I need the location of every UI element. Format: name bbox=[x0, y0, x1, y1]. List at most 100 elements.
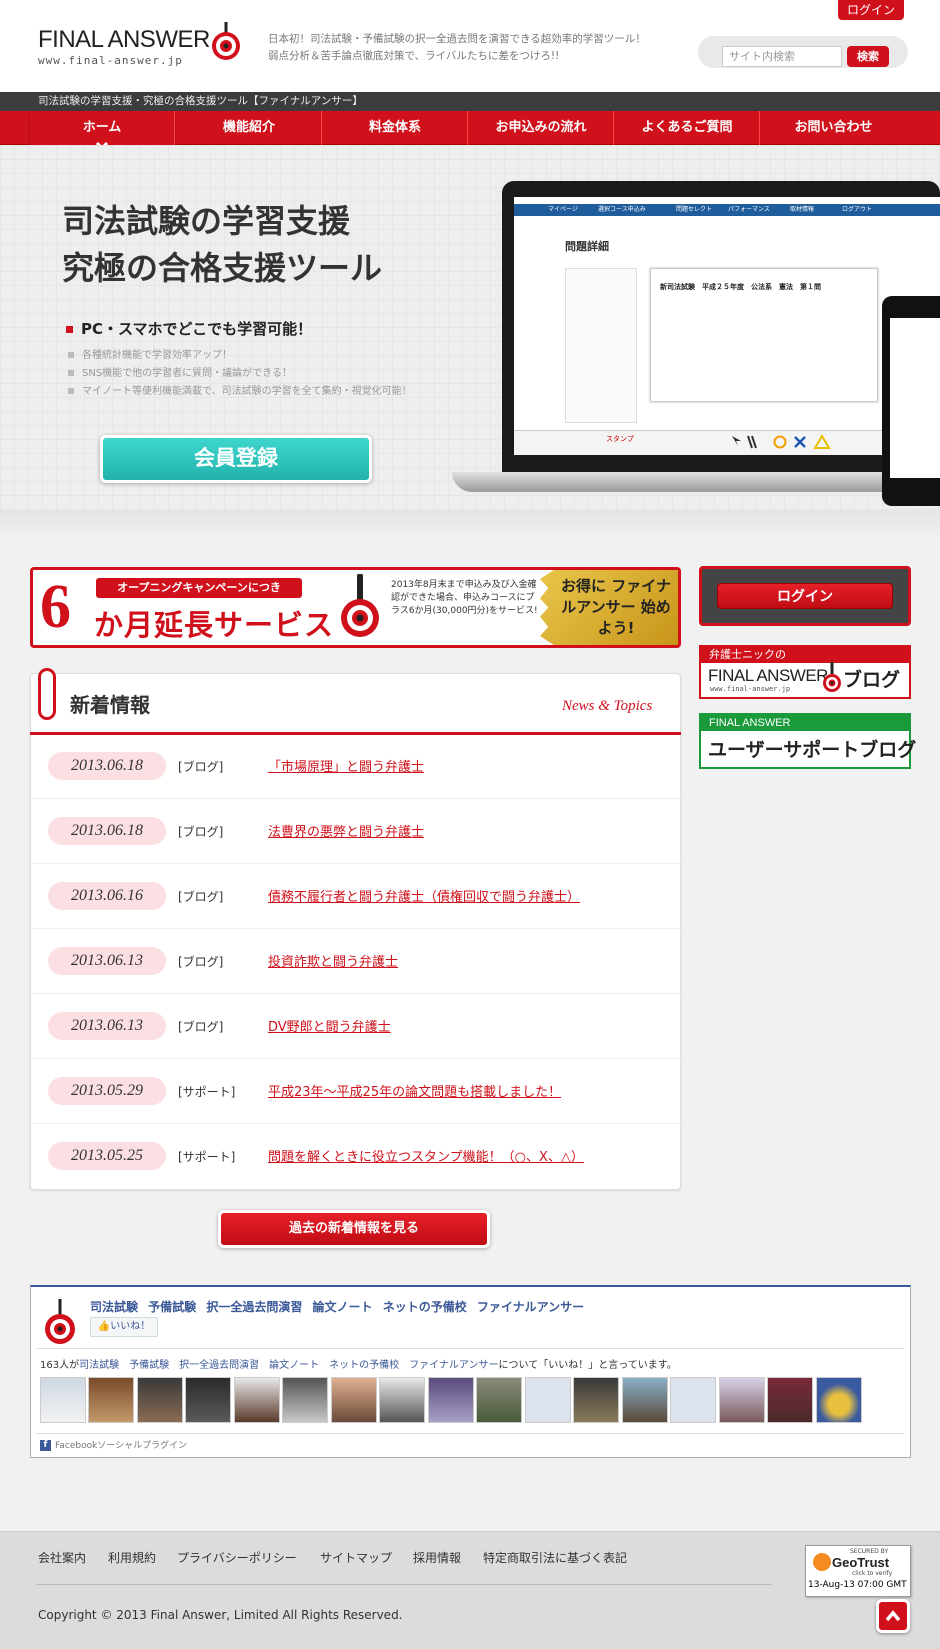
news-title-en: News & Topics bbox=[562, 698, 653, 714]
nav-item-features[interactable]: 機能紹介 bbox=[177, 111, 322, 145]
fan-avatar[interactable] bbox=[379, 1377, 425, 1423]
subtitle-bar: 司法試験の学習支援・究極の合格支援ツール【ファイナルアンサー】 bbox=[0, 92, 940, 111]
page-avatar-icon[interactable] bbox=[40, 1297, 80, 1345]
news-category: [ブログ] bbox=[178, 955, 224, 969]
nav-item-faq[interactable]: よくあるご質問 bbox=[615, 111, 760, 145]
hero-main-point: PC・スマホでどこでも学習可能！ bbox=[66, 318, 312, 339]
footer-link-recruit[interactable]: 採用情報 bbox=[413, 1549, 461, 1566]
fan-avatar[interactable] bbox=[40, 1377, 86, 1423]
main-nav: ホーム 機能紹介 料金体系 お申込みの流れ よくあるご質問 お問い合わせ bbox=[0, 111, 940, 161]
news-link[interactable]: 問題を解くときに役立つスタンプ機能！（○、X、△） bbox=[268, 1146, 584, 1165]
search-button[interactable]: 検索 bbox=[847, 46, 889, 67]
like-count-suffix: について「いいね！」と言っています。 bbox=[498, 1360, 677, 1371]
pin-icon bbox=[38, 668, 56, 720]
geotrust-secured-label: SECURED BY bbox=[850, 1548, 889, 1555]
app-card-title: 新司法試験 平成２５年度 公法系 憲法 第１問 bbox=[660, 283, 821, 291]
app-stamp-label: スタンプ bbox=[606, 435, 634, 443]
news-date: 2013.06.13 bbox=[48, 947, 166, 975]
facebook-like-button[interactable]: 👍いいね！ bbox=[90, 1317, 158, 1337]
fan-avatar[interactable] bbox=[137, 1377, 183, 1423]
news-item: 2013.06.16 [ブログ] 債務不履行者と闘う弁護士（債権回収で闘う弁護士… bbox=[30, 864, 681, 929]
chevron-up-icon bbox=[885, 1610, 901, 1622]
divider bbox=[36, 1348, 904, 1349]
nav-item-contact[interactable]: お問い合わせ bbox=[761, 111, 906, 145]
fan-avatar[interactable] bbox=[185, 1377, 231, 1423]
nav-item-application-flow[interactable]: お申込みの流れ bbox=[469, 111, 614, 145]
geotrust-name: GeoTrust bbox=[832, 1555, 890, 1570]
app-nav-bar bbox=[514, 204, 940, 216]
geotrust-check-icon bbox=[813, 1553, 831, 1571]
app-nav-item: 取材情報 bbox=[790, 206, 815, 213]
campaign-description: 2013年8月末まで申込み及び入金確認ができた場合、申込みコースにプラス6か月(… bbox=[391, 580, 538, 616]
footer-link-terms[interactable]: 利用規約 bbox=[108, 1549, 156, 1566]
header-tagline: 日本初！司法試験・予備試験の択一全過去問を演習できる超効率的学習ツール！ 弱点分… bbox=[268, 31, 648, 65]
news-link[interactable]: 平成23年～平成25年の論文問題も搭載しました！ bbox=[268, 1081, 561, 1100]
target-icon bbox=[823, 662, 841, 692]
fan-avatar[interactable] bbox=[816, 1377, 862, 1423]
fan-avatar[interactable] bbox=[88, 1377, 134, 1423]
target-icon bbox=[341, 574, 379, 637]
search-input[interactable]: サイト内検索 bbox=[722, 46, 842, 67]
footer-link-company[interactable]: 会社案内 bbox=[38, 1549, 86, 1566]
sidebar-login-button[interactable]: ログイン bbox=[717, 583, 893, 609]
fan-avatar[interactable] bbox=[331, 1377, 377, 1423]
footer-link-privacy[interactable]: プライバシーポリシー bbox=[177, 1549, 297, 1566]
news-date: 2013.06.18 bbox=[48, 817, 166, 845]
default-avatar-icon[interactable] bbox=[525, 1377, 571, 1423]
news-link[interactable]: 債務不履行者と闘う弁護士（債権回収で闘う弁護士） bbox=[268, 886, 580, 905]
tagline-line-2: 弱点分析＆苦手論点徹底対策で、ライバルたちに差をつけろ!! bbox=[268, 50, 560, 62]
fan-avatar[interactable] bbox=[234, 1377, 280, 1423]
default-avatar-icon[interactable] bbox=[670, 1377, 716, 1423]
like-count-page-link[interactable]: 司法試験 予備試験 択一全過去問演習 論文ノート ネットの予備校 ファイナルアン… bbox=[79, 1360, 498, 1371]
fan-avatar[interactable] bbox=[767, 1377, 813, 1423]
facebook-plugin-link[interactable]: f Facebookソーシャルプラグイン bbox=[40, 1438, 187, 1451]
back-to-top-button[interactable] bbox=[876, 1599, 910, 1633]
campaign-gold-text: お得に ファイナルアンサー 始めよう! bbox=[561, 577, 671, 637]
news-link[interactable]: 「市場原理」と闘う弁護士 bbox=[268, 756, 424, 775]
header-login-button[interactable]: ログイン bbox=[838, 0, 904, 20]
fan-avatar[interactable] bbox=[476, 1377, 522, 1423]
news-item: 2013.06.13 [ブログ] 投資詐欺と闘う弁護士 bbox=[30, 929, 681, 994]
campaign-title: か月延長サービス bbox=[94, 608, 335, 642]
facebook-icon: f bbox=[40, 1440, 51, 1451]
tagline-line-1: 日本初！司法試験・予備試験の択一全過去問を演習できる超効率的学習ツール！ bbox=[268, 33, 646, 45]
blog1-blog-label: ブログ bbox=[843, 669, 901, 691]
logo-url: www.final-answer.jp bbox=[38, 54, 183, 67]
campaign-number: 6 bbox=[40, 573, 71, 641]
fan-avatar[interactable] bbox=[428, 1377, 474, 1423]
blog2-top-label: FINAL ANSWER bbox=[701, 715, 909, 731]
laptop-base bbox=[452, 472, 940, 492]
smartphone-screen bbox=[890, 318, 940, 478]
news-category: [サポート] bbox=[178, 1150, 236, 1164]
news-date: 2013.05.29 bbox=[48, 1077, 166, 1105]
fan-avatar[interactable] bbox=[719, 1377, 765, 1423]
facebook-like-count: 163人が司法試験 予備試験 択一全過去問演習 論文ノート ネットの予備校 ファ… bbox=[40, 1356, 677, 1371]
target-logo-icon bbox=[212, 22, 240, 60]
copyright: Copyright © 2013 Final Answer, Limited A… bbox=[38, 1608, 403, 1622]
app-nav-item: 選択コース申込み bbox=[598, 206, 646, 213]
fan-avatar[interactable] bbox=[573, 1377, 619, 1423]
hero-title-line-2: 究極の合格支援ツール bbox=[62, 249, 383, 287]
hero-title: 司法試験の学習支援 究極の合格支援ツール bbox=[62, 198, 382, 292]
app-sidebar bbox=[565, 268, 637, 423]
footer-link-sitemap[interactable]: サイトマップ bbox=[320, 1549, 392, 1566]
news-link[interactable]: DV野郎と闘う弁護士 bbox=[268, 1016, 391, 1035]
news-link[interactable]: 投資詐欺と闘う弁護士 bbox=[268, 951, 398, 970]
news-item: 2013.05.29 [サポート] 平成23年～平成25年の論文問題も搭載しまし… bbox=[30, 1059, 681, 1124]
blog2-title: ユーザーサポートブログ bbox=[708, 739, 917, 761]
news-date: 2013.06.13 bbox=[48, 1012, 166, 1040]
facebook-page-name[interactable]: 司法試験 予備試験 択一全過去問演習 論文ノート ネットの予備校 ファイナルアン… bbox=[90, 1298, 584, 1315]
fan-avatar[interactable] bbox=[622, 1377, 668, 1423]
news-link[interactable]: 法曹界の悪弊と闘う弁護士 bbox=[268, 821, 424, 840]
register-button[interactable]: 会員登録 bbox=[100, 435, 372, 483]
hero-sub-point: 各種統計機能で学習効率アップ！ bbox=[68, 346, 232, 361]
fan-avatar[interactable] bbox=[282, 1377, 328, 1423]
app-nav-item: 問題セレクト bbox=[676, 206, 713, 213]
past-news-button[interactable]: 過去の新着情報を見る bbox=[218, 1210, 490, 1248]
campaign-pill: オープニングキャンペーンにつき bbox=[96, 578, 302, 598]
footer-link-commercial-law[interactable]: 特定商取引法に基づく表記 bbox=[483, 1549, 627, 1566]
app-page-title: 問題詳細 bbox=[565, 240, 609, 253]
nav-item-pricing[interactable]: 料金体系 bbox=[323, 111, 468, 145]
news-category: [ブログ] bbox=[178, 825, 224, 839]
site-logo[interactable]: FINAL ANSWER www.final-answer.jp bbox=[38, 22, 240, 72]
